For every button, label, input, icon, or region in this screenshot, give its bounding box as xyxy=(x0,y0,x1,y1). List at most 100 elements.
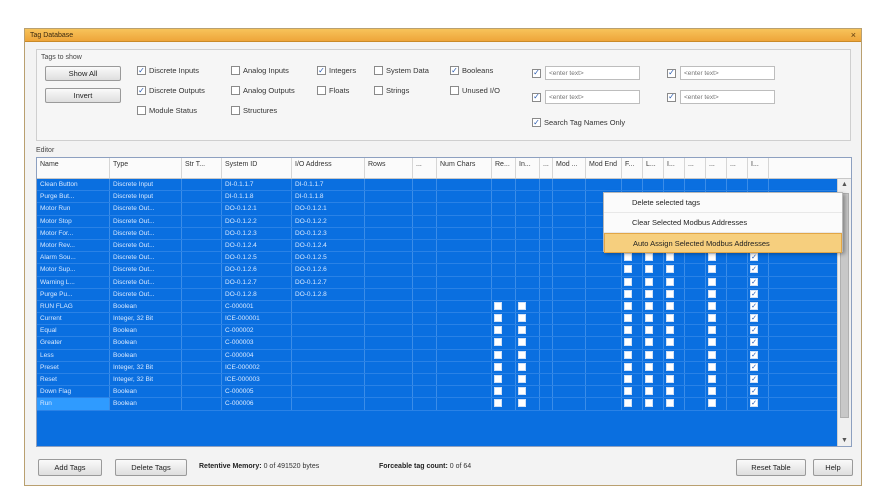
table-cell[interactable] xyxy=(492,179,516,191)
checkbox-icon[interactable] xyxy=(624,289,632,298)
table-cell[interactable] xyxy=(622,325,643,337)
table-cell[interactable] xyxy=(516,179,540,191)
filter-checkbox-system-data[interactable]: System Data xyxy=(374,66,429,75)
table-cell[interactable] xyxy=(365,386,413,398)
table-cell[interactable] xyxy=(685,374,706,386)
checkbox-icon[interactable]: ✓ xyxy=(750,362,758,371)
checkbox-icon[interactable]: ✓ xyxy=(750,326,758,335)
table-cell[interactable] xyxy=(292,374,365,386)
table-cell[interactable] xyxy=(492,398,516,410)
table-cell[interactable] xyxy=(685,313,706,325)
table-cell[interactable] xyxy=(643,300,664,313)
table-cell[interactable]: ✓ xyxy=(748,337,769,349)
table-cell[interactable] xyxy=(540,313,553,325)
table-row[interactable]: Current Integer, 32 Bit ICE-000001 ✓ xyxy=(37,313,837,326)
table-cell[interactable] xyxy=(622,313,643,325)
table-cell[interactable]: Greater xyxy=(37,337,110,349)
table-cell[interactable] xyxy=(365,203,413,215)
table-cell[interactable] xyxy=(437,288,492,300)
checkbox-icon[interactable] xyxy=(494,362,502,371)
checkbox-icon[interactable] xyxy=(645,362,653,371)
column-header[interactable]: I/O Address xyxy=(292,158,365,178)
context-menu-item-clear-selected-modbus-addresses[interactable]: Clear Selected Modbus Addresses xyxy=(604,213,842,233)
column-header[interactable]: Name xyxy=(37,158,110,178)
checkbox-icon[interactable] xyxy=(666,265,674,274)
table-row[interactable]: Warning L... Discrete Out... DO-0.1.2.7 DO-… xyxy=(37,276,837,289)
checkbox-icon[interactable] xyxy=(666,387,674,396)
checkbox-icon[interactable] xyxy=(666,253,674,262)
table-cell[interactable] xyxy=(413,276,437,288)
checkbox-icon[interactable] xyxy=(645,326,653,335)
table-cell[interactable] xyxy=(516,349,540,361)
checkbox-box[interactable] xyxy=(374,66,383,75)
table-cell[interactable] xyxy=(540,361,553,373)
table-cell[interactable] xyxy=(685,386,706,398)
table-cell[interactable] xyxy=(365,337,413,349)
table-cell[interactable] xyxy=(553,325,586,337)
table-cell[interactable] xyxy=(586,252,622,264)
table-cell[interactable] xyxy=(540,398,553,410)
text-filter-checkbox[interactable]: ✓ xyxy=(667,92,676,102)
table-cell[interactable] xyxy=(516,313,540,325)
table-cell[interactable] xyxy=(553,276,586,288)
table-cell[interactable] xyxy=(553,349,586,361)
table-cell[interactable] xyxy=(492,325,516,337)
checkbox-icon[interactable] xyxy=(645,399,653,408)
table-cell[interactable] xyxy=(706,276,727,288)
table-cell[interactable]: Reset xyxy=(37,374,110,386)
table-cell[interactable] xyxy=(706,361,727,373)
checkbox-icon[interactable] xyxy=(666,277,674,286)
table-cell[interactable] xyxy=(553,313,586,325)
checkbox-icon[interactable] xyxy=(624,399,632,408)
table-cell[interactable] xyxy=(685,264,706,276)
table-cell[interactable] xyxy=(365,374,413,386)
table-cell[interactable] xyxy=(365,300,413,313)
table-cell[interactable]: Equal xyxy=(37,325,110,337)
table-cell[interactable]: C-000002 xyxy=(222,325,292,337)
table-cell[interactable] xyxy=(706,374,727,386)
column-header[interactable]: ... xyxy=(727,158,748,178)
table-cell[interactable]: ICE-000002 xyxy=(222,361,292,373)
table-cell[interactable] xyxy=(292,313,365,325)
table-cell[interactable] xyxy=(516,300,540,313)
column-header[interactable]: Mod ... xyxy=(553,158,586,178)
table-cell[interactable] xyxy=(586,300,622,313)
table-cell[interactable]: DO-0.1.2.8 xyxy=(222,288,292,300)
checkbox-icon[interactable] xyxy=(494,314,502,323)
table-cell[interactable] xyxy=(622,337,643,349)
table-cell[interactable] xyxy=(292,325,365,337)
checkbox-icon[interactable] xyxy=(708,350,716,359)
context-menu-item-delete-selected-tags[interactable]: Delete selected tags xyxy=(604,193,842,213)
checkbox-icon[interactable] xyxy=(518,399,526,408)
checkbox-icon[interactable] xyxy=(645,253,653,262)
text-filter-input[interactable] xyxy=(545,66,640,80)
table-cell[interactable]: Integer, 32 Bit xyxy=(110,361,182,373)
checkbox-icon[interactable] xyxy=(624,375,632,383)
table-cell[interactable] xyxy=(540,203,553,215)
checkbox-icon[interactable] xyxy=(624,277,632,286)
table-cell[interactable] xyxy=(586,179,622,191)
table-cell[interactable] xyxy=(182,361,222,373)
table-cell[interactable] xyxy=(622,288,643,300)
table-cell[interactable] xyxy=(553,288,586,300)
table-cell[interactable] xyxy=(413,288,437,300)
table-cell[interactable] xyxy=(540,349,553,361)
filter-checkbox-unused-i-o[interactable]: Unused I/O xyxy=(450,86,500,95)
checkbox-icon[interactable] xyxy=(708,387,716,396)
table-cell[interactable] xyxy=(553,264,586,276)
checkbox-icon[interactable] xyxy=(666,362,674,371)
table-cell[interactable] xyxy=(413,239,437,252)
table-cell[interactable] xyxy=(516,337,540,349)
table-cell[interactable] xyxy=(664,398,685,410)
table-cell[interactable] xyxy=(685,337,706,349)
checkbox-icon[interactable] xyxy=(645,338,653,347)
table-cell[interactable]: Integer, 32 Bit xyxy=(110,313,182,325)
table-cell[interactable] xyxy=(553,179,586,191)
table-cell[interactable] xyxy=(706,349,727,361)
table-cell[interactable] xyxy=(643,325,664,337)
table-cell[interactable]: DO-0.1.2.5 xyxy=(292,252,365,264)
table-cell[interactable] xyxy=(643,288,664,300)
table-cell[interactable] xyxy=(706,313,727,325)
checkbox-icon[interactable]: ✓ xyxy=(750,301,758,310)
checkbox-icon[interactable] xyxy=(708,375,716,383)
